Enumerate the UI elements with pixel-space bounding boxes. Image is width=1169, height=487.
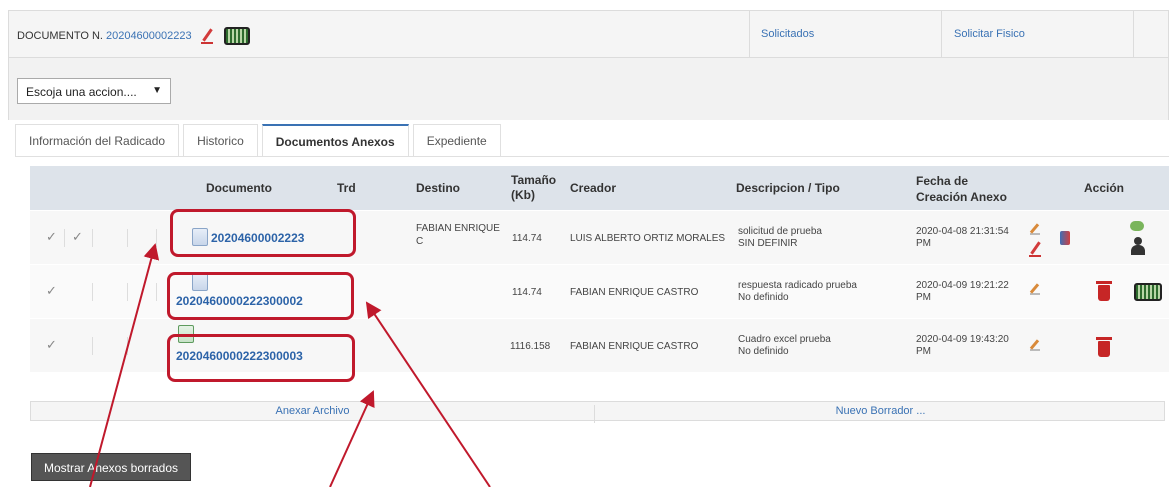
arrow-to-row-1: [89, 243, 160, 487]
arrow-to-row-2: [365, 301, 491, 487]
annotation-arrows: [89, 243, 491, 487]
arrow-to-row-3: [329, 390, 375, 487]
